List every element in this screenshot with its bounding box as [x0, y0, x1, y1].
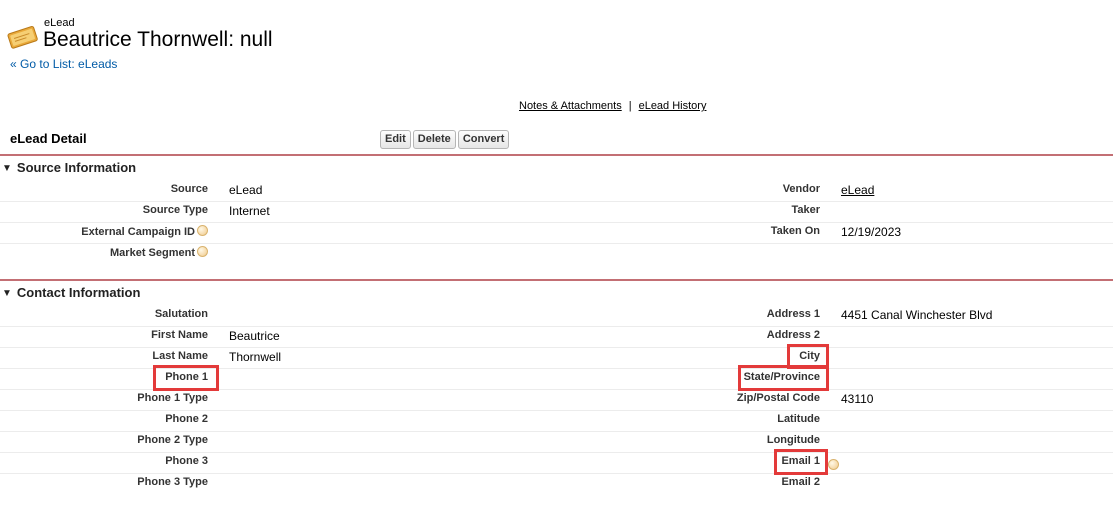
back-prefix: « [10, 57, 21, 71]
field-value: 43110 [841, 392, 874, 406]
field-label: External Campaign ID [81, 226, 195, 238]
field-label: Last Name [152, 350, 208, 362]
field-label: Phone 3 [165, 455, 208, 467]
field-label: Taken On [770, 225, 820, 237]
notes-attachments-link[interactable]: Notes & Attachments [519, 100, 622, 112]
highlight-box-email-1 [774, 449, 828, 475]
field-label: Email 2 [781, 476, 820, 488]
field-value: Thornwell [229, 350, 282, 364]
section-contact-title: Contact Information [16, 285, 141, 300]
field-value: 4451 Canal Winchester Blvd [841, 308, 993, 322]
field-value: 12/19/2023 [841, 225, 902, 239]
field-label: Salutation [154, 308, 208, 320]
field-label: Source [170, 183, 208, 195]
field-label: Latitude [777, 413, 820, 425]
help-icon[interactable] [828, 459, 839, 470]
convert-button[interactable]: Convert [457, 130, 510, 149]
field-label-with-help: External Campaign ID [81, 225, 208, 238]
elead-tag-icon [7, 26, 38, 49]
section-divider [0, 154, 1113, 156]
back-to-list-link[interactable]: Go to List: eLeads [20, 57, 117, 71]
detail-title: eLead Detail [10, 131, 87, 146]
table-row: Market Segment [0, 243, 1113, 264]
table-row: Phone 2 Type Longitude [0, 431, 1113, 453]
field-value: Beautrice [229, 329, 280, 343]
field-label: Phone 2 [165, 413, 208, 425]
table-row: Salutation Address 1 4451 Canal Winchest… [0, 305, 1113, 327]
related-links: Notes & Attachments | eLead History [519, 100, 706, 112]
field-label: Market Segment [110, 247, 195, 259]
field-value: eLead [841, 183, 874, 197]
edit-button[interactable]: Edit [380, 130, 411, 149]
section-divider [0, 279, 1113, 281]
vendor-link[interactable]: eLead [841, 183, 874, 197]
section-contact-header[interactable]: ▼ Contact Information [2, 285, 140, 300]
field-label-with-help: Market Segment [110, 246, 208, 259]
field-label: Taker [791, 204, 820, 216]
field-label: Phone 3 Type [137, 476, 208, 488]
table-row: Phone 3 Type Email 2 [0, 473, 1113, 494]
field-label: Zip/Postal Code [736, 392, 820, 404]
detail-buttons: Edit Delete Convert [380, 130, 511, 149]
section-source-title: Source Information [16, 160, 137, 175]
table-row: Source eLead Vendor eLead [0, 180, 1113, 202]
back-to-list[interactable]: « Go to List: eLeads [10, 57, 117, 71]
section-source-header[interactable]: ▼ Source Information [2, 160, 136, 175]
table-row: Source Type Internet Taker [0, 201, 1113, 223]
collapse-triangle-icon: ▼ [2, 288, 12, 299]
delete-button[interactable]: Delete [412, 130, 456, 149]
field-label: Longitude [766, 434, 820, 446]
elead-history-link[interactable]: eLead History [639, 100, 707, 112]
table-row: First Name Beautrice Address 2 [0, 326, 1113, 348]
field-label: Vendor [782, 183, 820, 195]
highlight-box-phone-1 [153, 365, 219, 391]
table-row: Phone 2 Latitude [0, 410, 1113, 432]
field-label: First Name [151, 329, 208, 341]
collapse-triangle-icon: ▼ [2, 163, 12, 174]
highlight-box-state-province [738, 365, 829, 391]
page-title: Beautrice Thornwell: null [43, 28, 273, 51]
field-label: Phone 1 Type [137, 392, 208, 404]
field-label: Source Type [142, 204, 208, 216]
table-row: Phone 3 Email 1 [0, 452, 1113, 474]
table-row: Phone 1 Type Zip/Postal Code 43110 [0, 389, 1113, 411]
field-value: Internet [229, 204, 270, 218]
field-label: Address 2 [766, 329, 820, 341]
help-icon[interactable] [197, 246, 208, 257]
field-value: eLead [229, 183, 263, 197]
field-label: Phone 2 Type [137, 434, 208, 446]
related-separator: | [628, 100, 632, 112]
table-row: External Campaign ID Taken On 12/19/2023 [0, 222, 1113, 244]
field-label: Address 1 [766, 308, 820, 320]
help-icon[interactable] [197, 225, 208, 236]
